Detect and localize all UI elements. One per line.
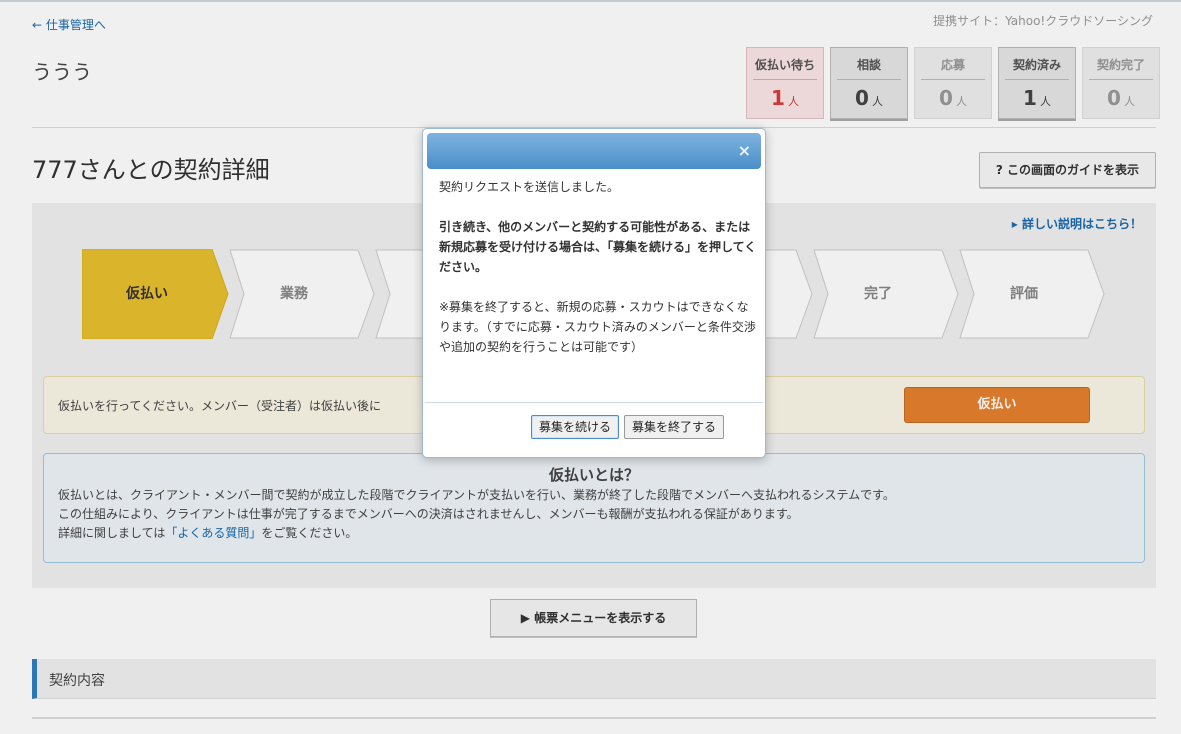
contract-request-dialog: × 契約リクエストを送信しました。 引き続き、他のメンバーと契約する可能性がある…: [422, 128, 766, 458]
dialog-message-bold: 引き続き、他のメンバーと契約する可能性がある、または新規応募を受け付ける場合は、…: [439, 220, 757, 274]
continue-recruiting-button[interactable]: 募集を続ける: [531, 415, 620, 439]
dialog-note: ※募集を終了すると、新規の応募・スカウトはできなくなります。（すでに応募・スカウ…: [439, 300, 756, 354]
close-icon[interactable]: ×: [738, 142, 751, 160]
dialog-body: 契約リクエストを送信しました。 引き続き、他のメンバーと契約する可能性がある、ま…: [439, 177, 757, 377]
dialog-buttons: 募集を続ける 募集を終了する: [531, 415, 725, 439]
dialog-header: ×: [427, 133, 761, 169]
dialog-divider: [425, 402, 763, 403]
end-recruiting-button[interactable]: 募集を終了する: [624, 415, 725, 439]
dialog-message: 契約リクエストを送信しました。: [439, 180, 620, 194]
